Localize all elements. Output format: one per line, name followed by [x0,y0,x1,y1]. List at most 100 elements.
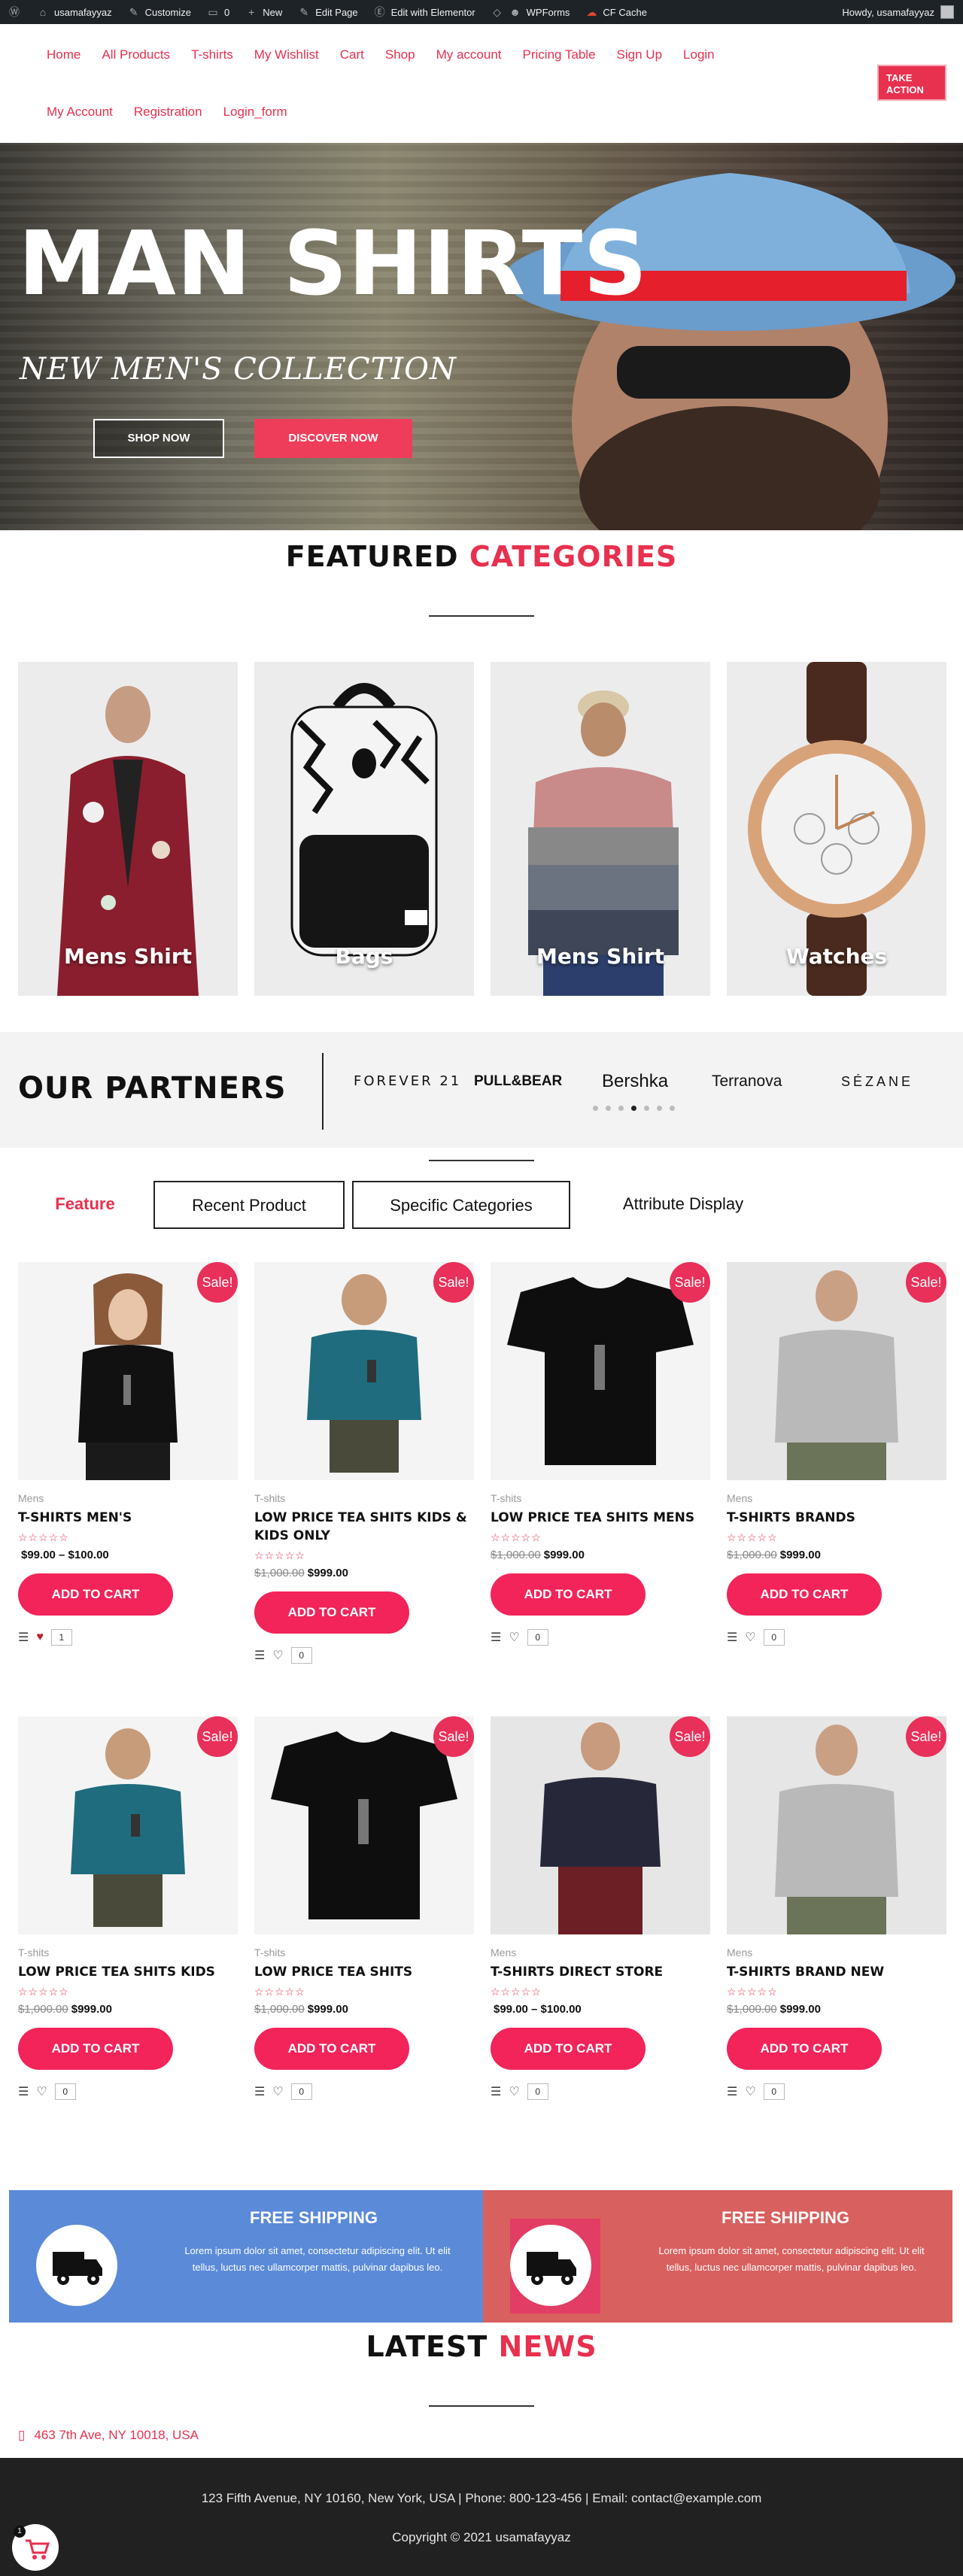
comments-link[interactable]: ▭ 0 [199,0,237,24]
partner-logo-sezane[interactable]: SÉZANE [841,1067,913,1097]
product-card[interactable]: Sale! T-shits LOW PRICE TEA SHITS KIDS ☆… [18,1716,238,2100]
shop-now-button[interactable]: SHOP NOW [93,419,224,458]
wishlist-heart-icon[interactable]: ♡ [745,2084,755,2099]
product-image[interactable]: Sale! [727,1716,946,1934]
category-card-mens-shirt[interactable]: Mens Shirt [18,662,238,996]
partner-logo-forever21[interactable]: FOREVER 21 [354,1067,461,1097]
nav-tshirts[interactable]: T-shirts [181,42,244,68]
product-card[interactable]: Sale! T-shits LOW PRICE TEA SHITS KIDS &… [254,1262,474,1664]
compare-icon[interactable]: ☰ [727,2084,737,2099]
compare-icon[interactable]: ☰ [254,1648,265,1663]
wpforms-link[interactable]: ◇ ☻ WPForms [483,0,578,24]
product-image[interactable]: Sale! [18,1262,238,1480]
product-card[interactable]: Sale! Mens T-SHIRTS BRANDS ☆☆☆☆☆ $1,000.… [727,1262,946,1646]
wishlist-heart-icon[interactable]: ♡ [272,1648,283,1663]
nav-login-form[interactable]: Login_form [213,99,298,125]
wishlist-heart-icon[interactable]: ♡ [509,1630,519,1645]
add-to-cart-button[interactable]: ADD TO CART [491,2028,646,2070]
compare-icon[interactable]: ☰ [727,1630,737,1645]
nav-registration[interactable]: Registration [123,99,213,125]
add-to-cart-button[interactable]: ADD TO CART [18,1573,173,1616]
tab-recent-product[interactable]: Recent Product [153,1181,345,1229]
product-image[interactable]: Sale! [254,1716,474,1934]
category-card-watches[interactable]: Watches [727,662,946,996]
nav-pricing-table[interactable]: Pricing Table [512,42,606,68]
add-to-cart-button[interactable]: ADD TO CART [18,2028,173,2070]
tab-attribute-display[interactable]: Attribute Display [594,1181,772,1229]
add-to-cart-button[interactable]: ADD TO CART [727,1573,882,1616]
product-image[interactable]: Sale! [254,1262,474,1480]
wordpress-logo-button[interactable]: Ⓦ [0,0,29,24]
product-category[interactable]: T-shits [18,1946,238,1959]
carousel-dot[interactable] [670,1106,675,1111]
product-name[interactable]: T-SHIRTS BRAND NEW [727,1963,946,1981]
product-category[interactable]: Mens [18,1492,238,1504]
discover-now-button[interactable]: DISCOVER NOW [254,419,412,458]
product-name[interactable]: LOW PRICE TEA SHITS [254,1963,474,1981]
compare-icon[interactable]: ☰ [491,1630,501,1645]
product-category[interactable]: Mens [491,1946,710,1959]
partner-logo-bershka[interactable]: Bershka [602,1067,668,1097]
address-text[interactable]: 463 7th Ave, NY 10018, USA [34,2428,199,2443]
product-image[interactable]: Sale! [491,1716,710,1934]
take-action-button[interactable]: TAKE ACTION [877,65,946,101]
nav-my-wishlist[interactable]: My Wishlist [244,42,330,68]
product-image[interactable]: Sale! [727,1262,946,1480]
carousel-dot[interactable] [644,1106,649,1111]
product-image[interactable]: Sale! [491,1262,710,1480]
product-card[interactable]: Sale! Mens T-SHIRTS MEN'S ☆☆☆☆☆ $99.00 –… [18,1262,238,1646]
edit-elementor-link[interactable]: Ⓔ Edit with Elementor [366,0,483,24]
product-card[interactable]: Sale! T-shits LOW PRICE TEA SHITS ☆☆☆☆☆ … [254,1716,474,2100]
product-card[interactable]: Sale! Mens T-SHIRTS BRAND NEW ☆☆☆☆☆ $1,0… [727,1716,946,2100]
category-card-bags[interactable]: Bags [254,662,474,996]
nav-all-products[interactable]: All Products [91,42,181,68]
product-image[interactable]: Sale! [18,1716,238,1934]
customize-link[interactable]: ✎ Customize [120,0,199,24]
product-name[interactable]: LOW PRICE TEA SHITS MENS [491,1509,710,1527]
nav-my-account-2[interactable]: My Account [36,99,123,125]
wishlist-heart-filled-icon[interactable]: ♥ [36,1631,44,1644]
product-name[interactable]: LOW PRICE TEA SHITS KIDS & KIDS ONLY [254,1509,474,1545]
carousel-dot[interactable] [593,1106,598,1111]
compare-icon[interactable]: ☰ [18,1630,29,1645]
product-card[interactable]: Sale! T-shits LOW PRICE TEA SHITS MENS ☆… [491,1262,710,1646]
product-name[interactable]: T-SHIRTS MEN'S [18,1509,238,1527]
new-content-link[interactable]: + New [237,0,290,24]
nav-home[interactable]: Home [36,42,91,68]
account-menu[interactable]: Howdy, usamafayyaz [842,5,963,19]
nav-sign-up[interactable]: Sign Up [606,42,673,68]
wishlist-heart-icon[interactable]: ♡ [272,2084,283,2099]
product-category[interactable]: T-shits [254,1946,474,1959]
carousel-dot[interactable] [657,1106,662,1111]
compare-icon[interactable]: ☰ [491,2084,501,2099]
add-to-cart-button[interactable]: ADD TO CART [491,1573,646,1616]
product-category[interactable]: Mens [727,1492,946,1504]
add-to-cart-button[interactable]: ADD TO CART [254,2028,409,2070]
add-to-cart-button[interactable]: ADD TO CART [727,2028,882,2070]
carousel-dot-active[interactable] [631,1106,636,1111]
product-name[interactable]: T-SHIRTS BRANDS [727,1509,946,1527]
nav-cart[interactable]: Cart [330,42,375,68]
tab-feature[interactable]: Feature [36,1181,134,1229]
tab-specific-categories[interactable]: Specific Categories [352,1181,570,1229]
compare-icon[interactable]: ☰ [18,2084,29,2099]
category-card-mens-shirt-2[interactable]: Mens Shirt [491,662,710,996]
product-category[interactable]: T-shits [491,1492,710,1504]
partner-logo-terranova[interactable]: Terranova [712,1067,782,1097]
product-card[interactable]: Sale! Mens T-SHIRTS DIRECT STORE ☆☆☆☆☆ $… [491,1716,710,2100]
wishlist-heart-icon[interactable]: ♡ [36,2084,47,2099]
nav-login[interactable]: Login [673,42,725,68]
site-name-link[interactable]: ⌂ usamafayyaz [29,0,120,24]
wishlist-heart-icon[interactable]: ♡ [509,2084,519,2099]
add-to-cart-button[interactable]: ADD TO CART [254,1591,409,1634]
product-name[interactable]: T-SHIRTS DIRECT STORE [491,1963,710,1981]
product-category[interactable]: Mens [727,1946,946,1959]
edit-page-link[interactable]: ✎ Edit Page [290,0,365,24]
compare-icon[interactable]: ☰ [254,2084,265,2099]
nav-shop[interactable]: Shop [375,42,426,68]
floating-cart-button[interactable]: 1 [12,2524,59,2571]
nav-my-account[interactable]: My account [426,42,512,68]
partner-logo-pullbear[interactable]: PULL&BEAR [474,1067,562,1097]
product-category[interactable]: T-shits [254,1492,474,1504]
product-name[interactable]: LOW PRICE TEA SHITS KIDS [18,1963,238,1981]
